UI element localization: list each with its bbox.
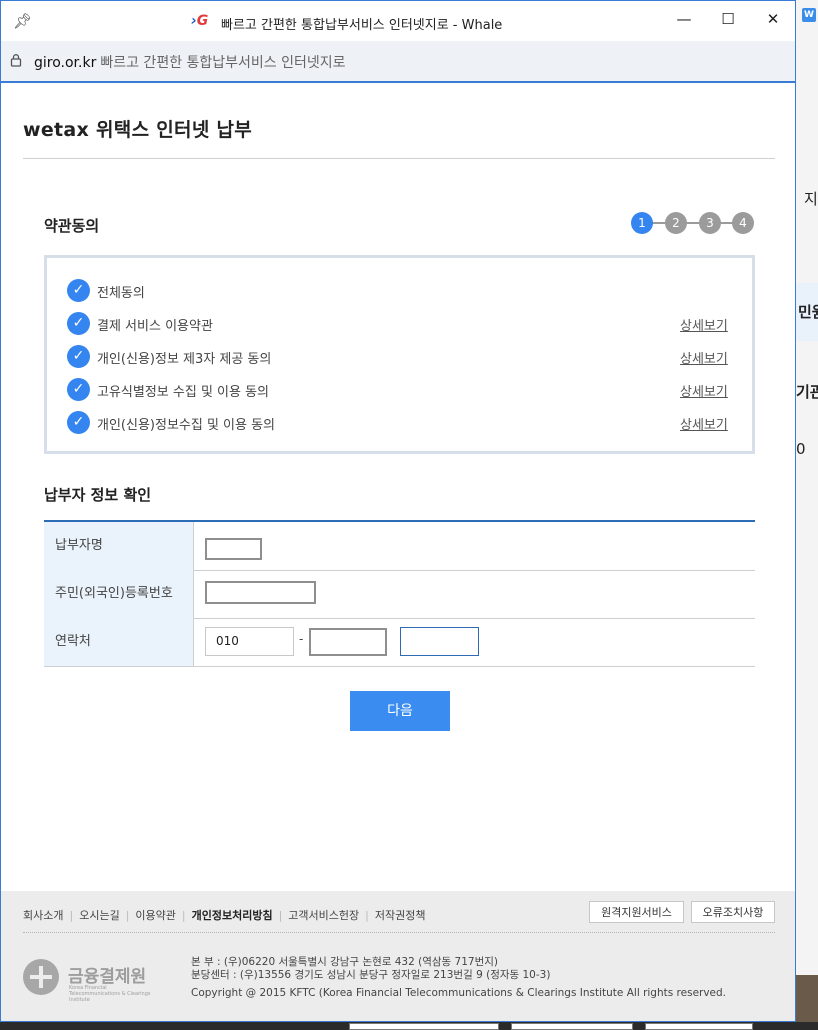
background-fragment: 0 [796,440,806,458]
frame-divider [1,81,795,83]
payer-section-title: 납부자 정보 확인 [44,486,152,504]
detail-link-third-party[interactable]: 상세보기 [680,348,728,367]
background-fragment: 기관 [796,383,818,401]
footer-link-about[interactable]: 회사소개 [23,909,63,922]
background-fragment: 민원 [798,303,818,321]
agree-item-third-party[interactable]: ✓ 개인(신용)정보 제3자 제공 동의 [67,345,367,369]
detail-link-payment[interactable]: 상세보기 [680,315,728,334]
phone-prefix-field[interactable]: 010 [205,627,294,656]
registration-number-field[interactable] [205,581,316,604]
close-button[interactable]: ✕ [758,7,788,31]
minimize-button[interactable]: — [669,7,699,31]
phone-last-field[interactable] [400,627,479,656]
footer-link-copyright[interactable]: 저작권정책 [375,909,426,922]
next-button[interactable]: 다음 [350,691,450,731]
check-icon[interactable]: ✓ [67,312,90,335]
page-title: wetax 위택스 인터넷 납부 [23,119,253,141]
table-row: 주민(외국인)등록번호 [44,570,755,619]
pin-icon[interactable]: 📌︎ [13,12,32,30]
org-name: 금융결제원 [68,967,147,987]
table-row: 연락처 010 - [44,618,755,667]
footer: 회사소개 | 오시는길 | 이용약관 | 개인정보처리방침 | 고객서비스헌장 | 저작권정책 원격… [1,891,795,1021]
table-row: 납부자명 [44,522,755,571]
giro-logo-icon: ›G [191,13,209,29]
popup-window: 📌︎ ›G 빠르고 간편한 통합납부서비스 인터넷지로 - Whale — ☐ … [0,0,796,1022]
step-indicator: 1 2 3 4 [631,212,755,234]
detail-link-personal-info[interactable]: 상세보기 [680,414,728,433]
registration-number-label: 주민(외국인)등록번호 [44,570,194,618]
agree-label[interactable]: 고유식별정보 수집 및 이용 동의 [97,381,269,400]
agree-label[interactable]: 전체동의 [97,282,145,301]
agree-item-unique-id[interactable]: ✓ 고유식별정보 수집 및 이용 동의 [67,378,367,402]
divider [23,158,775,159]
agree-item-personal-info[interactable]: ✓ 개인(신용)정보수집 및 이용 동의 [67,411,367,435]
footer-link-privacy[interactable]: 개인정보처리방침 [192,909,273,922]
lock-icon[interactable] [10,53,22,70]
whale-extension-icon: W [802,8,816,22]
check-icon[interactable]: ✓ [67,411,90,434]
taskbar-item[interactable] [645,1023,753,1030]
check-icon[interactable]: ✓ [67,279,90,302]
title-bar: 📌︎ ›G 빠르고 간편한 통합납부서비스 인터넷지로 - Whale — ☐ … [1,1,795,41]
taskbar-item[interactable] [511,1023,633,1030]
maximize-button[interactable]: ☐ [713,7,743,31]
step-1: 1 [631,212,653,234]
terms-section-title: 약관동의 [44,217,100,235]
phone-middle-field[interactable] [309,628,387,656]
background-page: W 지 민원 기관 0 [796,0,818,1030]
taskbar-item[interactable] [349,1023,499,1030]
step-3: 3 [699,212,721,234]
kftc-emblem-icon [23,959,59,995]
payer-name-field[interactable] [205,538,262,560]
agree-label[interactable]: 개인(신용)정보수집 및 이용 동의 [97,414,275,433]
agree-label[interactable]: 개인(신용)정보 제3자 제공 동의 [97,348,271,367]
check-icon[interactable]: ✓ [67,345,90,368]
step-2: 2 [665,212,687,234]
error-fix-button[interactable]: 오류조치사항 [691,901,775,923]
address-bar[interactable]: giro.or.kr 빠르고 간편한 통합납부서비스 인터넷지로 [1,41,795,81]
footer-divider [23,932,775,933]
background-fragment: 지 [804,190,818,208]
org-name-en: Korea Financial Telecommunications & Cle… [69,985,151,1003]
step-4: 4 [732,212,754,234]
footer-link-directions[interactable]: 오시는길 [79,909,119,922]
address-branch: 분당센터 : (우)13556 경기도 성남시 분당구 정자일로 213번길 9… [191,969,551,981]
copyright: Copyright @ 2015 KFTC (Korea Financial T… [191,987,727,999]
agree-label[interactable]: 결제 서비스 이용약관 [97,315,213,334]
taskbar [0,1022,818,1030]
payer-info-table: 납부자명 주민(외국인)등록번호 연락처 010 - [44,520,755,668]
payer-name-label: 납부자명 [44,522,194,570]
phone-label: 연락처 [44,618,194,666]
footer-link-terms[interactable]: 이용약관 [135,909,175,922]
check-icon[interactable]: ✓ [67,378,90,401]
footer-links: 회사소개 | 오시는길 | 이용약관 | 개인정보처리방침 | 고객서비스헌장 | 저작권정책 [23,909,426,922]
agree-item-payment[interactable]: ✓ 결제 서비스 이용약관 [67,312,367,336]
remote-support-button[interactable]: 원격지원서비스 [589,901,684,923]
footer-link-charter[interactable]: 고객서비스헌장 [288,909,359,922]
detail-link-unique-id[interactable]: 상세보기 [680,381,728,400]
step-connector [651,222,737,224]
url-text[interactable]: giro.or.kr 빠르고 간편한 통합납부서비스 인터넷지로 [34,52,346,72]
phone-separator: - [299,632,304,646]
agree-all-row[interactable]: ✓ 전체동의 [67,279,367,303]
window-title: 빠르고 간편한 통합납부서비스 인터넷지로 - Whale [221,18,503,33]
